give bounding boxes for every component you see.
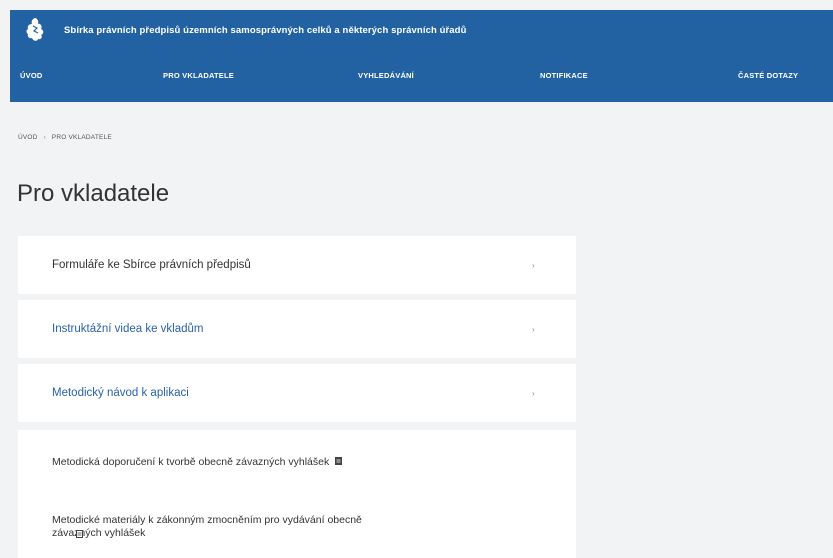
chevron-right-icon: › bbox=[532, 260, 535, 270]
site-title[interactable]: Sbírka právních předpisů územních samosp… bbox=[64, 25, 467, 36]
chevron-right-icon: › bbox=[532, 324, 535, 334]
section-link-formulare[interactable]: Formuláře ke Sbírce právních předpisů › bbox=[18, 236, 576, 296]
section-link-label: Instruktážní videa ke vkladům bbox=[52, 323, 204, 335]
nav-item-notifikace[interactable]: NOTIFIKACE bbox=[540, 50, 588, 102]
breadcrumb-separator: › bbox=[43, 134, 46, 141]
nav-item-caste-dotazy[interactable]: ČASTÉ DOTAZY bbox=[738, 50, 798, 102]
page-title: Pro vkladatele bbox=[17, 180, 170, 207]
nav-item-uvod[interactable]: ÚVOD bbox=[20, 50, 42, 102]
document-label-line2: závazných vyhlášek bbox=[52, 527, 146, 539]
main-nav: ÚVOD PRO VKLADATELE VYHLEDÁVÁNÍ NOTIFIKA… bbox=[10, 50, 833, 102]
documents-list: Metodická doporučení k tvorbě obecně záv… bbox=[18, 430, 576, 558]
nav-item-vyhledavani[interactable]: VYHLEDÁVÁNÍ bbox=[358, 50, 414, 102]
czech-lion-icon[interactable] bbox=[20, 15, 50, 45]
section-link-label: Formuláře ke Sbírce právních předpisů bbox=[52, 259, 251, 271]
document-icon bbox=[76, 525, 83, 543]
document-link-metodicke-materialy[interactable]: Metodické materiály k zákonným zmocněním… bbox=[52, 514, 362, 540]
breadcrumb: ÚVOD › PRO VKLADATELE bbox=[18, 134, 112, 141]
nav-item-pro-vkladatele[interactable]: PRO VKLADATELE bbox=[163, 50, 234, 102]
chevron-right-icon: › bbox=[532, 388, 535, 398]
document-label-line1: Metodické materiály k zákonným zmocněním… bbox=[52, 514, 362, 526]
document-link-metodicka-doporuceni[interactable]: Metodická doporučení k tvorbě obecně záv… bbox=[52, 456, 343, 469]
document-label: Metodická doporučení k tvorbě obecně záv… bbox=[52, 456, 330, 468]
breadcrumb-current: PRO VKLADATELE bbox=[51, 134, 112, 141]
site-header: Sbírka právních předpisů územních samosp… bbox=[10, 10, 833, 50]
section-link-label: Metodický návod k aplikaci bbox=[52, 387, 189, 399]
section-link-instruktazni-videa[interactable]: Instruktážní videa ke vkladům › bbox=[18, 300, 576, 360]
section-link-metodicky-navod[interactable]: Metodický návod k aplikaci › bbox=[18, 364, 576, 424]
document-icon bbox=[335, 456, 343, 469]
breadcrumb-home[interactable]: ÚVOD bbox=[18, 134, 38, 141]
